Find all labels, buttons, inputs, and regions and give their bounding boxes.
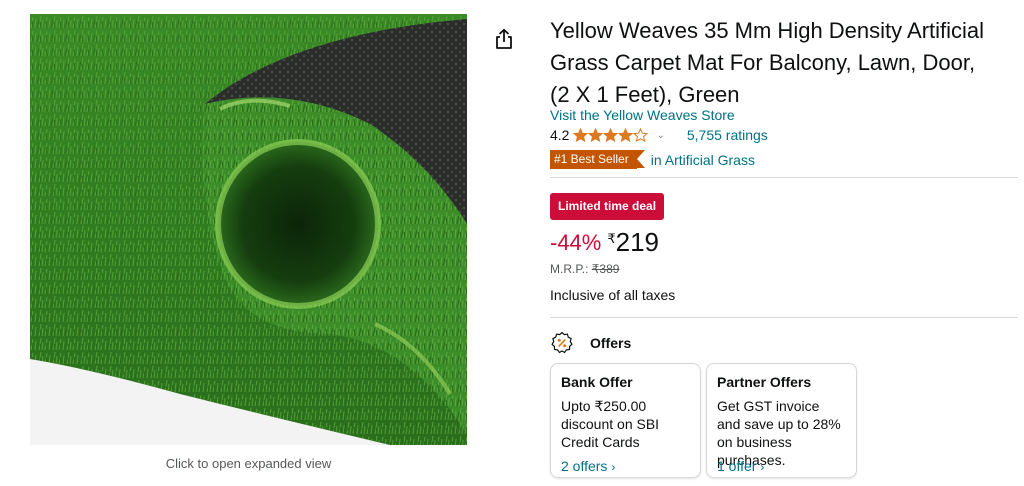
chevron-down-icon[interactable]: ⌄: [656, 130, 664, 141]
divider: [550, 317, 1018, 318]
rating-value: 4.2: [550, 127, 570, 143]
chevron-right-icon: ›: [760, 460, 765, 474]
divider: [550, 177, 1018, 178]
star-icon: [588, 127, 604, 142]
offer-percent-icon: [551, 331, 573, 354]
offer-title: Bank Offer: [561, 374, 633, 390]
star-icon: [633, 127, 649, 142]
star-icon: [603, 127, 619, 142]
star-rating[interactable]: [573, 127, 649, 143]
mrp-label: M.R.P.:: [550, 262, 592, 276]
star-icon: [573, 127, 589, 142]
offers-heading: Offers: [590, 335, 632, 351]
limited-deal-badge: Limited time deal: [550, 193, 665, 220]
star-icon: [618, 127, 634, 142]
offer-link-text[interactable]: 2 offers: [561, 458, 607, 474]
price-row: -44% ₹ 219: [550, 226, 659, 260]
price: 219: [615, 227, 660, 257]
offer-description: Upto ₹250.00 discount on SBI Credit Card…: [561, 398, 660, 450]
discount-percent: -44%: [550, 230, 602, 255]
ratings-count-link[interactable]: 5,755 ratings: [687, 127, 768, 143]
offer-description: Get GST invoice and save up to 28% on bu…: [717, 398, 841, 468]
rating-row: 4.2 ⌄ 5,755 ratings: [550, 126, 768, 144]
offer-link[interactable]: 2 offers ›: [561, 458, 690, 474]
offers-header: Offers: [550, 330, 631, 356]
mrp-row: M.R.P.: ₹389: [550, 262, 619, 276]
expand-view-caption[interactable]: Click to open expanded view: [30, 456, 467, 471]
offer-title: Partner Offers: [717, 374, 812, 390]
product-title: Yellow Weaves 35 Mm High Density Artific…: [550, 18, 985, 107]
partner-offer-card[interactable]: Partner Offers Get GST invoice and save …: [706, 363, 857, 478]
share-icon[interactable]: [493, 28, 515, 50]
chevron-right-icon: ›: [611, 460, 616, 474]
artificial-grass-roll-image: [30, 14, 467, 445]
visit-store-link[interactable]: Visit the Yellow Weaves Store: [550, 107, 735, 123]
product-image[interactable]: [30, 14, 467, 445]
taxes-note: Inclusive of all taxes: [550, 287, 676, 303]
bank-offer-card[interactable]: Bank Offer Upto ₹250.00 discount on SBI …: [550, 363, 701, 478]
bestseller-badge[interactable]: #1 Best Seller: [550, 150, 645, 169]
bestseller-row: #1 Best Seller in Artificial Grass: [550, 150, 755, 169]
mrp-value: ₹389: [591, 262, 620, 276]
currency-symbol: ₹: [607, 231, 616, 246]
offer-link-text[interactable]: 1 offer: [717, 458, 756, 474]
bestseller-category-link[interactable]: in Artificial Grass: [651, 152, 755, 168]
